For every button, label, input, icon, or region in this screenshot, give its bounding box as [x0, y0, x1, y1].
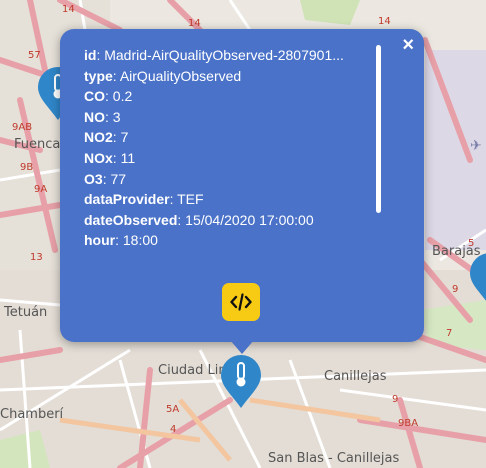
- field-value: 18:00: [122, 232, 158, 249]
- road-number-label: 7: [446, 328, 452, 339]
- field-key: NOx: [84, 149, 113, 166]
- field-row-id: id: Madrid-AirQualityObserved-2807901...: [84, 47, 344, 63]
- road-number-label: 57: [28, 50, 41, 61]
- field-row-no: NO: 3: [84, 108, 121, 125]
- airport-icon: ✈: [470, 138, 482, 154]
- field-row-type: type: AirQualityObserved: [84, 67, 242, 84]
- field-value: 0.2: [112, 88, 133, 105]
- popup-scrollbar[interactable]: [376, 45, 381, 213]
- field-value: AirQualityObserved: [119, 67, 242, 84]
- map-label-tetuan: Tetuán: [3, 305, 47, 320]
- map-label-chamberi: Chamberí: [0, 407, 64, 422]
- road-number-label: 13: [30, 252, 43, 263]
- field-value: 7: [120, 129, 129, 146]
- thermometer-marker-ciudad-lineal[interactable]: [219, 354, 263, 410]
- field-key: dateObserved: [84, 211, 178, 228]
- view-code-button[interactable]: [222, 283, 260, 321]
- field-key: dataProvider: [84, 191, 170, 208]
- field-key: NO: [84, 108, 105, 125]
- thermometer-icon: [221, 355, 261, 408]
- field-value: 3: [112, 108, 121, 125]
- road-number-label: 5: [468, 238, 474, 249]
- field-value: Madrid-AirQualityObserved-2807901...: [104, 47, 344, 63]
- field-key: CO: [84, 88, 105, 105]
- field-row-dateobserved: dateObserved: 15/04/2020 17:00:00: [84, 211, 314, 228]
- road-number-label: 4: [170, 424, 176, 435]
- road-number-label: 9: [452, 284, 458, 295]
- field-key: id: [84, 47, 97, 63]
- thermometer-icon: [470, 253, 486, 301]
- code-icon: [230, 293, 252, 311]
- road-number-label: 14: [378, 16, 391, 27]
- field-row-nox: NOx: 11: [84, 149, 136, 166]
- field-key: hour: [84, 232, 116, 249]
- field-row-dataprovider: dataProvider: TEF: [84, 191, 204, 208]
- field-value: 77: [110, 170, 127, 187]
- road-number-label: 9B: [20, 162, 33, 173]
- field-key: O3: [84, 170, 103, 187]
- field-key: type: [84, 67, 113, 84]
- field-value: TEF: [177, 191, 204, 208]
- field-row-no2: NO2: 7: [84, 129, 129, 146]
- field-value: 15/04/2020 17:00:00: [185, 211, 314, 228]
- road-number-label: 5A: [166, 404, 179, 415]
- thermometer-marker-east[interactable]: [468, 252, 486, 308]
- map-label-canillejas: Canillejas: [324, 369, 387, 384]
- road-number-label: 9A: [34, 184, 47, 195]
- popup-pointer: [230, 340, 254, 354]
- road-number-label: 14: [62, 4, 75, 15]
- field-key: NO2: [84, 129, 113, 146]
- map-label-san-blas: San Blas - Canillejas: [268, 451, 400, 466]
- field-row-hour: hour: 18:00: [84, 232, 158, 249]
- road-number-label: 9: [392, 394, 398, 405]
- road-number-label: 9BA: [398, 418, 418, 429]
- close-button[interactable]: ×: [402, 34, 414, 56]
- sensor-popup: × id: Madrid-AirQualityObserved-2807901.…: [60, 29, 424, 342]
- field-row-co: CO: 0.2: [84, 88, 133, 105]
- road-number-label: 9AB: [12, 122, 32, 133]
- field-row-o3: O3: 77: [84, 170, 127, 187]
- popup-content[interactable]: id: Madrid-AirQualityObserved-2807901...…: [84, 45, 384, 263]
- field-value: 11: [120, 149, 136, 166]
- road-number-label: 14: [188, 18, 201, 29]
